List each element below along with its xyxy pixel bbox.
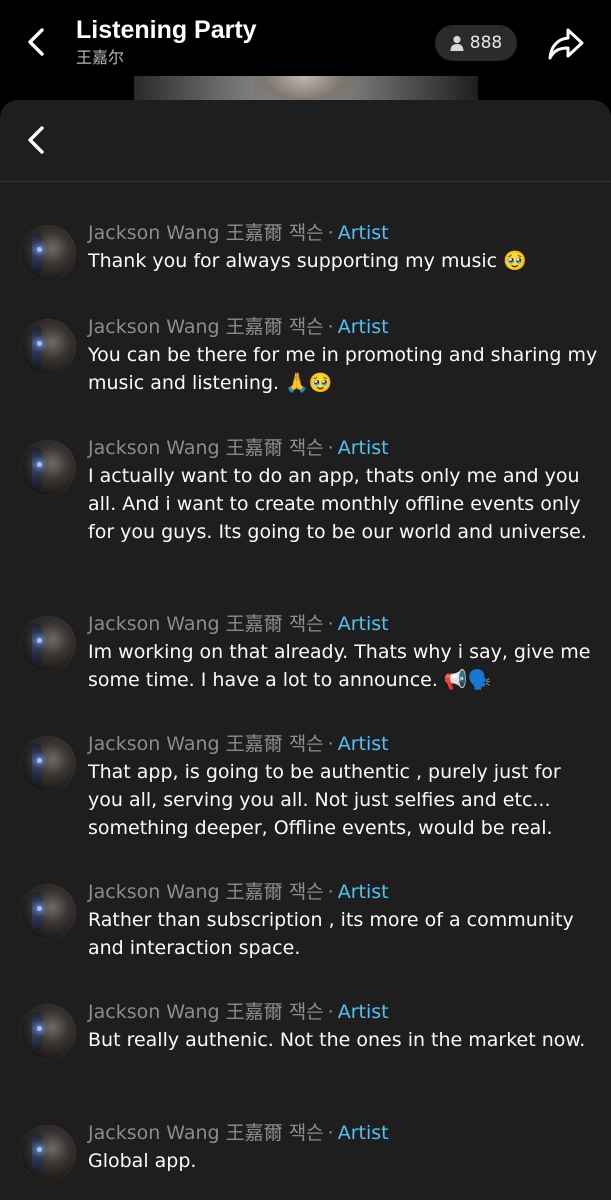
author-name[interactable]: Jackson Wang 王嘉爾 잭슨 [88, 881, 324, 903]
separator: · [327, 1122, 334, 1144]
role-badge: Artist [337, 437, 389, 459]
message-body: Jackson Wang 王嘉爾 잭슨 · Artist Thank you for… [88, 219, 598, 275]
role-badge: Artist [337, 1001, 389, 1023]
separator: · [327, 733, 334, 755]
message-header: Jackson Wang 王嘉爾 잭슨 · Artist [88, 434, 598, 462]
message-header: Jackson Wang 王嘉爾 잭슨 · Artist [88, 730, 598, 758]
role-badge: Artist [337, 222, 389, 244]
message-header: Jackson Wang 王嘉爾 잭슨 · Artist [88, 313, 598, 341]
message-header: Jackson Wang 王嘉爾 잭슨 · Artist [88, 998, 598, 1026]
role-badge: Artist [337, 316, 389, 338]
message-text: You can be there for me in promoting and… [88, 344, 598, 394]
sheet-back-button[interactable] [16, 120, 56, 160]
avatar[interactable] [20, 1004, 76, 1060]
separator: · [327, 613, 334, 635]
share-arrow-icon [548, 28, 584, 60]
author-name[interactable]: Jackson Wang 王嘉爾 잭슨 [88, 437, 324, 459]
avatar[interactable] [20, 225, 76, 281]
avatar[interactable] [20, 440, 76, 496]
message-text: Im working on that already. Thats why i … [88, 641, 591, 691]
message-text: But really authenic. Not the ones in the… [88, 1029, 586, 1051]
author-name[interactable]: Jackson Wang 王嘉爾 잭슨 [88, 1122, 324, 1144]
author-name[interactable]: Jackson Wang 王嘉爾 잭슨 [88, 316, 324, 338]
message-text: Thank you for always supporting my music… [88, 250, 527, 272]
separator: · [327, 1001, 334, 1023]
title-block: Listening Party 王嘉尔 [76, 14, 257, 69]
avatar[interactable] [20, 616, 76, 672]
chevron-left-icon [28, 126, 44, 154]
message-header: Jackson Wang 王嘉爾 잭슨 · Artist [88, 1119, 598, 1147]
message-body: Jackson Wang 王嘉爾 잭슨 · Artist Rather than s… [88, 878, 598, 962]
avatar[interactable] [20, 736, 76, 792]
avatar[interactable] [20, 319, 76, 375]
chevron-left-icon [28, 28, 44, 56]
back-button[interactable] [16, 22, 56, 62]
message-body: Jackson Wang 王嘉爾 잭슨 · Artist I actually wa… [88, 434, 598, 546]
page-subtitle: 王嘉尔 [76, 48, 125, 67]
message-body: Jackson Wang 王嘉爾 잭슨 · Artist Global app. [88, 1119, 598, 1175]
message-header: Jackson Wang 王嘉爾 잭슨 · Artist [88, 610, 598, 638]
avatar[interactable] [20, 1125, 76, 1181]
role-badge: Artist [337, 1122, 389, 1144]
author-name[interactable]: Jackson Wang 王嘉爾 잭슨 [88, 222, 324, 244]
separator: · [327, 222, 334, 244]
listener-count-badge[interactable]: 888 [435, 25, 517, 61]
share-button[interactable] [544, 22, 588, 66]
separator: · [327, 316, 334, 338]
message-text: Rather than subscription , its more of a… [88, 909, 574, 959]
separator: · [327, 881, 334, 903]
top-header: Listening Party 王嘉尔 888 [0, 0, 611, 106]
messages-sheet: Jackson Wang 王嘉爾 잭슨 · Artist Thank you for… [0, 100, 611, 1200]
avatar[interactable] [20, 884, 76, 940]
role-badge: Artist [337, 881, 389, 903]
message-body: Jackson Wang 王嘉爾 잭슨 · Artist That app, is … [88, 730, 598, 842]
person-icon [450, 35, 464, 51]
author-name[interactable]: Jackson Wang 王嘉爾 잭슨 [88, 733, 324, 755]
message-header: Jackson Wang 王嘉爾 잭슨 · Artist [88, 878, 598, 906]
page-title: Listening Party [76, 16, 257, 44]
message-body: Jackson Wang 王嘉爾 잭슨 · Artist But really au… [88, 998, 598, 1054]
message-body: Jackson Wang 王嘉爾 잭슨 · Artist You can be th… [88, 313, 598, 397]
listener-count: 888 [469, 33, 503, 53]
separator: · [327, 437, 334, 459]
message-text: I actually want to do an app, thats only… [88, 465, 587, 543]
message-text: Global app. [88, 1150, 197, 1172]
divider [0, 181, 611, 182]
message-header: Jackson Wang 王嘉爾 잭슨 · Artist [88, 219, 598, 247]
message-text: That app, is going to be authentic , pur… [88, 761, 561, 839]
listening-party-screen: Listening Party 王嘉尔 888 Jackson Wang 王嘉爾… [0, 0, 611, 1200]
role-badge: Artist [337, 733, 389, 755]
author-name[interactable]: Jackson Wang 王嘉爾 잭슨 [88, 613, 324, 635]
author-name[interactable]: Jackson Wang 王嘉爾 잭슨 [88, 1001, 324, 1023]
message-body: Jackson Wang 王嘉爾 잭슨 · Artist Im working on… [88, 610, 598, 694]
role-badge: Artist [337, 613, 389, 635]
